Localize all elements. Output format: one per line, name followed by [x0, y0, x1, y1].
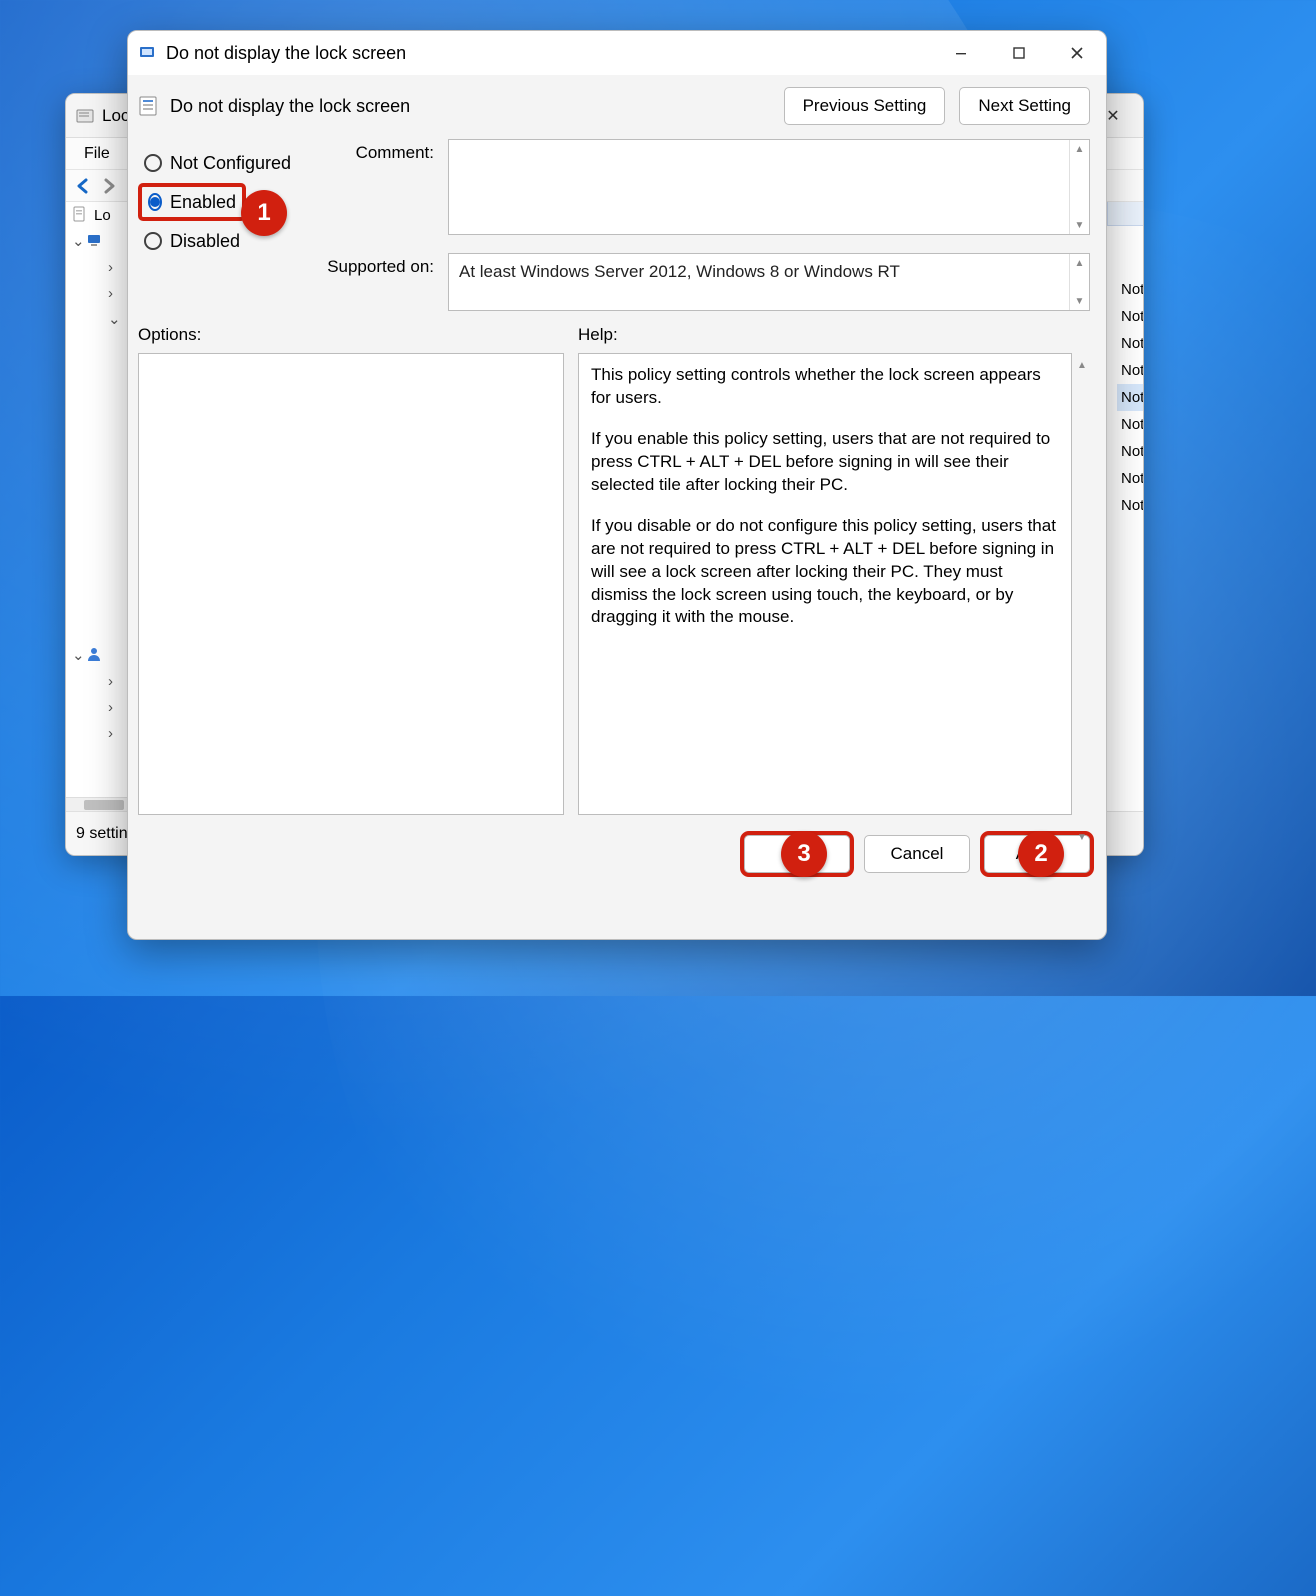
- caret-right-icon: ›: [108, 673, 122, 690]
- help-text-area: This policy setting controls whether the…: [578, 353, 1072, 815]
- policy-name: Do not display the lock screen: [170, 96, 410, 117]
- radio-enabled[interactable]: Enabled: [138, 183, 246, 221]
- state-column: NotNotNotNotNotNotNotNotNot: [1117, 226, 1143, 811]
- radio-label: Disabled: [170, 231, 240, 252]
- scrollbar[interactable]: ▲▼: [1074, 353, 1090, 837]
- help-paragraph: If you enable this policy setting, users…: [591, 428, 1059, 497]
- caret-down-icon: ⌄: [108, 310, 122, 328]
- state-cell[interactable]: Not: [1117, 330, 1143, 357]
- menu-file[interactable]: File: [74, 145, 120, 163]
- state-cell[interactable]: Not: [1117, 411, 1143, 438]
- state-cell[interactable]: Not: [1117, 492, 1143, 519]
- scrollbar[interactable]: ▲▼: [1069, 254, 1089, 310]
- dialog-titlebar: Do not display the lock screen: [128, 31, 1106, 75]
- help-paragraph: If you disable or do not configure this …: [591, 515, 1059, 630]
- policy-dialog: Do not display the lock screen Do not di…: [127, 30, 1107, 940]
- radio-disabled[interactable]: Disabled: [138, 221, 318, 261]
- policy-icon: [138, 44, 156, 62]
- caret-right-icon: ›: [108, 699, 122, 716]
- scrollbar[interactable]: ▲▼: [1069, 140, 1089, 234]
- annotation-badge-1: 1: [241, 190, 287, 236]
- gpedit-icon: [76, 107, 94, 125]
- caret-down-icon: ⌄: [72, 232, 86, 250]
- state-cell[interactable]: Not: [1117, 303, 1143, 330]
- help-paragraph: This policy setting controls whether the…: [591, 364, 1059, 410]
- state-cell[interactable]: Not: [1117, 438, 1143, 465]
- annotation-badge-2: 2: [1018, 831, 1064, 877]
- radio-icon: [144, 154, 162, 172]
- caret-right-icon: ›: [108, 725, 122, 742]
- user-icon: [86, 646, 104, 664]
- caret-down-icon: ⌄: [72, 646, 86, 664]
- forward-button[interactable]: [96, 174, 120, 198]
- supported-value: At least Windows Server 2012, Windows 8 …: [459, 262, 900, 281]
- policy-setting-icon: [138, 95, 160, 117]
- help-label: Help:: [578, 325, 618, 345]
- back-button[interactable]: [72, 174, 96, 198]
- state-cell[interactable]: Not: [1117, 357, 1143, 384]
- state-cell[interactable]: Not: [1117, 384, 1143, 411]
- supported-label: Supported on:: [318, 253, 438, 311]
- options-label: Options:: [138, 325, 578, 345]
- supported-on-field: At least Windows Server 2012, Windows 8 …: [448, 253, 1090, 311]
- caret-right-icon: ›: [108, 285, 122, 302]
- document-icon: [72, 206, 90, 224]
- state-cell[interactable]: Not: [1117, 465, 1143, 492]
- radio-icon: [148, 193, 162, 211]
- computer-icon: [86, 232, 104, 250]
- radio-icon: [144, 232, 162, 250]
- cancel-button[interactable]: Cancel: [864, 835, 970, 873]
- state-cell[interactable]: Not: [1117, 276, 1143, 303]
- caret-right-icon: ›: [108, 259, 122, 276]
- list-header-segment[interactable]: [1107, 202, 1143, 226]
- radio-not-configured[interactable]: Not Configured: [138, 143, 318, 183]
- radio-label: Not Configured: [170, 153, 291, 174]
- options-area: [138, 353, 564, 815]
- previous-setting-button[interactable]: Previous Setting: [784, 87, 946, 125]
- comment-label: Comment:: [318, 139, 438, 235]
- minimize-button[interactable]: [932, 31, 990, 75]
- close-button[interactable]: [1048, 31, 1106, 75]
- tree-root-label: Lo: [94, 207, 111, 224]
- radio-label: Enabled: [170, 192, 236, 213]
- comment-input[interactable]: ▲▼: [448, 139, 1090, 235]
- annotation-badge-3: 3: [781, 831, 827, 877]
- next-setting-button[interactable]: Next Setting: [959, 87, 1090, 125]
- maximize-button[interactable]: [990, 31, 1048, 75]
